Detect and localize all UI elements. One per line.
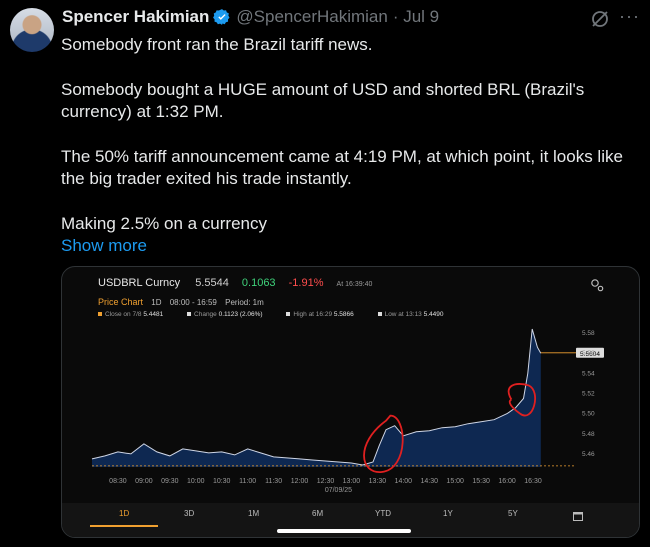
chart-screenshot-card[interactable]: 5.5604 5.58 5.56 5.54 5.52 5.50 5.48 5.46 08:30 0…: [61, 266, 640, 538]
y-tick-label: 5.46: [582, 451, 595, 458]
price-chart-hours: 08:00 - 16:59: [169, 298, 217, 307]
tab-1m[interactable]: 1M: [248, 509, 259, 518]
low-label: Low at 13:13: [384, 311, 422, 318]
settings-gear-icon[interactable]: [589, 277, 605, 293]
low-marker-icon: [377, 312, 382, 317]
price-chart-span: 1D: [151, 298, 162, 307]
x-tick-label: 10:00: [187, 478, 205, 485]
change-label: Change: [194, 311, 217, 318]
x-tick-label: 12:00: [291, 478, 309, 485]
high-marker-icon: [286, 312, 291, 317]
calendar-icon[interactable]: [573, 508, 583, 521]
x-tick-label: 11:30: [265, 478, 282, 485]
ticker-symbol: USDBRL Curncy: [98, 277, 181, 289]
tweet-date[interactable]: · Jul 9: [393, 7, 439, 27]
price-change-percent: -1.91%: [288, 277, 324, 289]
x-tick-label: 10:30: [213, 478, 231, 485]
y-tick-label: 5.50: [582, 411, 595, 418]
close-value: 5.4481: [143, 311, 164, 318]
tweet-text: Somebody front ran the Brazil tariff new…: [61, 34, 636, 258]
high-label: High at 16:29: [293, 311, 333, 318]
tab-6m[interactable]: 6M: [312, 509, 323, 518]
change-value: 0.1123 (2.06%): [218, 311, 263, 318]
tweet-line: The 50% tariff announcement came at 4:19…: [61, 146, 623, 189]
tab-ytd[interactable]: YTD: [375, 509, 391, 518]
close-marker-icon: [98, 312, 102, 317]
quote-header: USDBRL Curncy 5.5544 0.1063 -1.91% At 16…: [98, 277, 372, 289]
x-date-label: 07/09/25: [325, 487, 352, 494]
tab-1d[interactable]: 1D: [119, 509, 129, 518]
quote-time: At 16:39:40: [336, 281, 373, 288]
show-more-link[interactable]: Show more: [61, 235, 636, 258]
high-value: 5.5866: [333, 311, 354, 318]
tweet-header: Spencer Hakimian @SpencerHakimian · Jul …: [62, 6, 439, 28]
author-name[interactable]: Spencer Hakimian: [62, 7, 209, 27]
y-tick-label: 5.48: [582, 431, 595, 438]
x-tick-label: 14:30: [420, 478, 438, 485]
tab-3d[interactable]: 3D: [184, 509, 194, 518]
y-tick-label: 5.54: [582, 370, 595, 377]
active-tab-underline: [90, 525, 158, 527]
home-indicator: [277, 529, 411, 533]
change-marker-icon: [187, 312, 192, 317]
x-tick-label: 09:30: [161, 478, 179, 485]
x-tick-label: 16:30: [524, 478, 542, 485]
price-area: [92, 329, 541, 467]
tab-5y[interactable]: 5Y: [508, 509, 518, 518]
price-chart-period: Period: 1m: [225, 298, 264, 307]
tab-1y[interactable]: 1Y: [443, 509, 453, 518]
x-tick-label: 13:00: [343, 478, 361, 485]
x-tick-label: 15:00: [446, 478, 464, 485]
x-tick-label: 08:30: [109, 478, 127, 485]
price-chart-label: Price Chart: [98, 297, 144, 307]
y-tick-label: 5.58: [582, 330, 595, 337]
avatar[interactable]: [10, 8, 54, 52]
y-tick-label: 5.52: [582, 390, 595, 397]
x-tick-label: 11:00: [239, 478, 256, 485]
x-tick-label: 15:30: [472, 478, 490, 485]
author-handle[interactable]: @SpencerHakimian: [236, 7, 387, 27]
tweet-line: Somebody front ran the Brazil tariff new…: [61, 35, 373, 54]
low-value: 5.4490: [423, 311, 444, 318]
verified-badge-icon: [213, 8, 231, 26]
more-options-icon[interactable]: ···: [619, 6, 640, 27]
x-tick-label: 09:00: [135, 478, 153, 485]
x-tick-label: 13:30: [369, 478, 387, 485]
tweet-line: Somebody bought a HUGE amount of USD and…: [61, 79, 585, 122]
grok-icon[interactable]: [590, 9, 610, 29]
last-price: 5.5544: [195, 277, 229, 289]
x-tick-label: 16:00: [498, 478, 516, 485]
close-label: Close on 7/8: [105, 311, 142, 318]
price-change: 0.1063: [241, 277, 276, 289]
stats-row: Close on 7/8 5.4481 Change 0.1123 (2.06%…: [98, 311, 466, 318]
y-tick-label: 5.56: [582, 350, 595, 357]
tweet-line: Making 2.5% on a currency: [61, 213, 267, 233]
x-tick-label: 14:00: [395, 478, 413, 485]
x-tick-label: 12:30: [317, 478, 335, 485]
price-chart-header: Price Chart 1D 08:00 - 16:59 Period: 1m: [98, 297, 270, 307]
range-tabs: 1D 3D 1M 6M YTD 1Y 5Y: [62, 503, 639, 537]
